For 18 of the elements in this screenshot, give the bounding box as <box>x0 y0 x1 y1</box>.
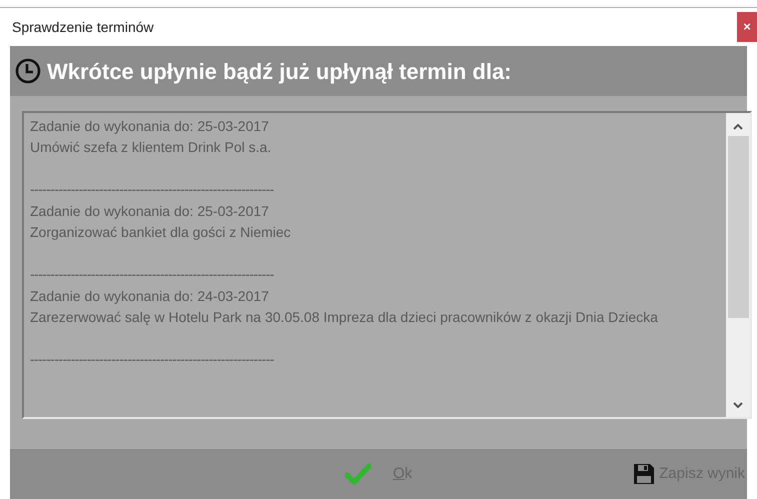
separator-line: ------------------------------------------------------------ <box>30 265 274 284</box>
task-text: Umówić szefa z klientem Drink Pol s.a. <box>30 138 272 157</box>
header-title: Wkrótce upłynie bądź już upłynął termin dla: <box>47 58 512 86</box>
close-button[interactable]: × <box>737 12 757 42</box>
scrollbar-thumb[interactable] <box>728 136 748 318</box>
separator-line: ------------------------------------------------------------ <box>30 180 274 199</box>
separator-line: ------------------------------------------------------------ <box>30 350 274 369</box>
deadline-text: Zadanie do wykonania do: 25-03-2017 <box>30 117 270 136</box>
deadline-text: Zadanie do wykonania do: 25-03-2017 <box>30 202 270 221</box>
task-text: Zarezerwować salę w Hotelu Park na 30.05.08 Impreza dla dzieci pracowników z okazji Dnia Dziecka <box>30 308 659 327</box>
deadline-text: Zadanie do wykonania do: 24-03-2017 <box>30 287 270 306</box>
window-title: Sprawdzenie terminów <box>12 18 154 37</box>
scroll-up-icon[interactable] <box>733 123 743 130</box>
task-text: Zorganizować bankiet dla gości z Niemiec <box>30 223 292 242</box>
clock-icon <box>15 58 41 84</box>
scroll-down-icon[interactable] <box>733 402 743 409</box>
checkmark-icon <box>345 463 371 485</box>
scrollbar[interactable] <box>726 113 750 417</box>
